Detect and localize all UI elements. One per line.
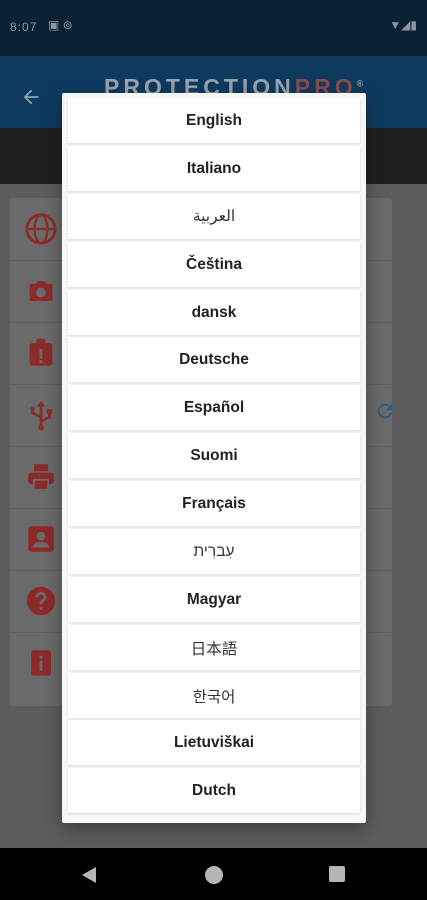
status-time: 8:07: [10, 20, 38, 34]
signal-battery-icons: ▼◢▮: [389, 18, 417, 32]
language-option-arabic[interactable]: العربية: [68, 194, 360, 239]
language-option-lithuanian[interactable]: Lietuviškai: [68, 720, 360, 765]
language-option-french[interactable]: Français: [68, 481, 360, 526]
contact-icon: [28, 526, 54, 552]
info-icon: [31, 650, 51, 676]
language-option-italian[interactable]: Italiano: [68, 146, 360, 191]
language-option-english[interactable]: English: [68, 98, 360, 143]
brand-mark: ®: [356, 78, 368, 89]
language-option-finnish[interactable]: Suomi: [68, 433, 360, 478]
nav-recents-icon[interactable]: [329, 866, 345, 882]
help-icon: [26, 586, 56, 616]
language-dialog: English Italiano العربية Čeština dansk D…: [62, 93, 366, 823]
language-option-hebrew[interactable]: עִברִית: [68, 529, 360, 574]
printer-icon: [28, 464, 54, 491]
notification-icons: ▣ ⊚: [48, 18, 73, 32]
nav-home-icon[interactable]: [205, 866, 223, 884]
status-bar: 8:07 ▣ ⊚ ▼◢▮: [0, 0, 427, 56]
language-option-spanish[interactable]: Español: [68, 385, 360, 430]
language-option-german[interactable]: Deutsche: [68, 337, 360, 382]
nav-back-icon[interactable]: [80, 866, 98, 884]
language-option-danish[interactable]: dansk: [68, 290, 360, 335]
back-arrow-icon[interactable]: [20, 86, 42, 108]
language-option-hungarian[interactable]: Magyar: [68, 577, 360, 622]
language-option-korean[interactable]: 한국어: [68, 673, 360, 718]
language-option-czech[interactable]: Čeština: [68, 242, 360, 287]
camera-icon: [29, 281, 53, 301]
language-option-dutch[interactable]: Dutch: [68, 768, 360, 813]
globe-icon: [25, 213, 57, 245]
language-option-japanese[interactable]: 日本語: [68, 625, 360, 670]
usb-icon: [30, 400, 53, 431]
refresh-icon[interactable]: [374, 400, 396, 422]
warning-icon: [29, 338, 53, 366]
